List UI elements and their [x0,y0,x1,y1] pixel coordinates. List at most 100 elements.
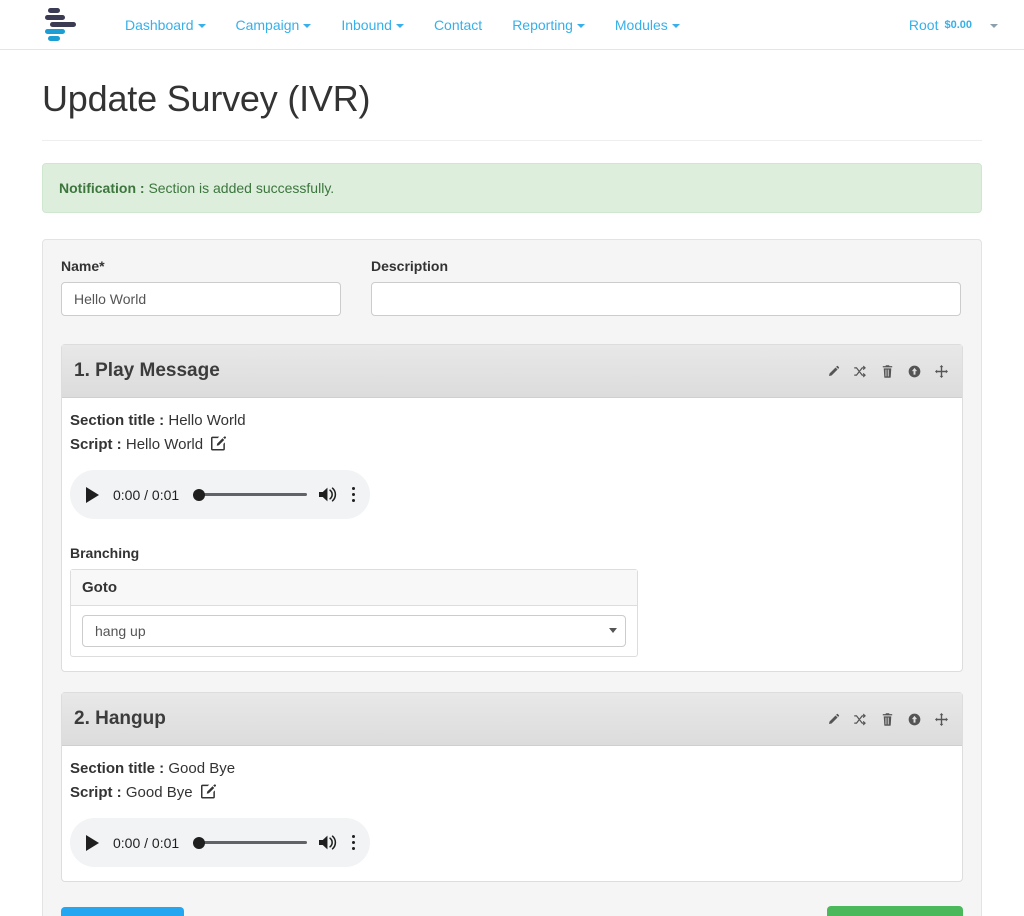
edit-pencil-icon[interactable] [826,364,840,378]
section-actions-2 [826,712,948,726]
shuffle-icon[interactable] [853,712,867,726]
script-label-2: Script : [70,783,122,801]
section-body-1: Section title : Hello World Script : Hel… [62,398,962,671]
volume-icon[interactable] [319,834,339,851]
script-label-1: Script : [70,435,122,453]
audio-player-2[interactable]: 0:00 / 0:01 [70,818,370,867]
section-title-value-1: Hello World [168,412,246,429]
section-title-row-2: Section title : Good Bye [70,758,952,781]
audio-time-display-1: 0:00 / 0:01 [113,486,180,503]
nav-label-contact: Contact [433,16,483,33]
field-group-description: Description [371,258,961,316]
nav-label-modules: Modules [614,16,668,33]
name-label: Name* [61,258,105,274]
section-card-2: 2. Hangup Section title: Good Bye Scrip… [61,692,963,882]
trash-delete-icon[interactable] [880,364,894,378]
logo-bar-4 [45,29,65,34]
script-row-2: Script : Good Bye [70,782,952,807]
user-menu[interactable]: Root $0.00 [909,0,1006,50]
arrow-up-circle-icon[interactable] [907,364,921,378]
nav-item-inbound[interactable]: Inbound [326,0,419,50]
description-label: Description [371,258,449,274]
section-card-1: 1. Play Message Section title: Hello Wo… [61,344,963,672]
nav-label-dashboard: Dashboard [125,16,194,33]
chevron-down-icon [576,23,585,28]
nav-label-inbound: Inbound [341,16,392,33]
audio-more-options-icon[interactable] [349,831,358,854]
branching-label-1: Branching [70,545,140,561]
section-heading-1: 1. Play Message [74,360,220,381]
user-menu-chevron-down-icon[interactable] [986,17,998,33]
audio-play-icon[interactable] [86,834,99,851]
nav-item-campaign[interactable]: Campaign [221,0,327,50]
volume-icon[interactable] [319,486,339,503]
page-title: Update Survey (IVR) [42,78,371,119]
logo-bar-1 [48,8,60,13]
audio-progress-track [197,841,307,844]
trash-delete-icon[interactable] [880,712,894,726]
move-drag-icon[interactable] [934,712,948,726]
script-value-1: Hello World [125,435,204,453]
chevron-down-icon [395,23,404,28]
top-navbar: Dashboard Campaign Inbound Contact Repor… [0,0,1024,50]
branching-column-header-goto: Goto [71,570,637,606]
audio-progress-knob[interactable] [193,836,206,849]
move-drag-icon[interactable] [934,364,948,378]
nav-item-modules[interactable]: Modules [600,0,695,50]
footer-actions: + Add Section Close Survey [61,902,963,916]
audio-player-1[interactable]: 0:00 / 0:01 [70,470,370,519]
logo-bar-5 [48,36,60,41]
script-value-2: Good Bye [125,783,193,801]
page-container: Update Survey (IVR) Notification : Secti… [0,78,1024,916]
chevron-down-icon [303,23,312,28]
section-header-1: 1. Play Message [62,345,962,398]
add-section-button[interactable]: + Add Section [61,906,185,916]
logo-bar-3 [50,22,76,27]
survey-form-panel: Name* Description 1. Play Message [42,239,982,916]
section-actions-1 [826,364,948,378]
form-fields-row: Name* Description [61,258,963,344]
main-nav: Dashboard Campaign Inbound Contact Repor… [110,0,695,50]
shuffle-icon[interactable] [853,364,867,378]
section-title-value-2: Good Bye [168,760,236,777]
title-divider [42,140,982,141]
field-group-name: Name* [61,258,341,316]
notification-message: Section is added successfully. [148,180,335,196]
nav-item-dashboard[interactable]: Dashboard [110,0,221,50]
account-balance[interactable]: $0.00 [944,19,986,31]
section-body-2: Section title : Good Bye Script : Good B… [62,746,962,881]
section-title-row-1: Section title : Hello World [70,410,952,433]
audio-progress-slider-2[interactable] [193,835,311,851]
chevron-down-icon [671,23,680,28]
audio-more-options-icon[interactable] [349,483,358,506]
nav-label-campaign: Campaign [235,16,300,33]
edit-pencil-icon[interactable] [826,712,840,726]
brand-logo[interactable] [42,0,90,50]
nav-item-contact[interactable]: Contact [419,0,497,50]
goto-select[interactable]: hang up [82,615,626,647]
nav-label-reporting: Reporting [512,16,573,33]
logo-bar-2 [45,15,65,20]
arrow-up-circle-icon[interactable] [907,712,921,726]
nav-item-reporting[interactable]: Reporting [497,0,600,50]
goto-select-wrapper: hang up [82,615,626,647]
section-heading-2: 2. Hangup [74,708,166,729]
branching-table-1: Goto hang up [70,569,638,657]
notification-label: Notification : [59,180,145,196]
audio-progress-slider-1[interactable] [193,487,311,503]
branching-cell-goto: hang up [71,606,637,656]
notification-alert: Notification : Section is added successf… [42,163,982,213]
description-input[interactable] [371,282,961,316]
name-input[interactable] [61,282,341,316]
audio-progress-knob[interactable] [193,488,206,501]
script-row-1: Script : Hello World [70,434,952,459]
edit-script-icon[interactable] [211,435,227,459]
chevron-down-icon [197,23,206,28]
close-survey-button[interactable]: Close Survey [826,906,963,916]
user-name[interactable]: Root [909,17,945,33]
audio-time-display-2: 0:00 / 0:01 [113,834,180,851]
audio-play-icon[interactable] [86,486,99,503]
section-header-2: 2. Hangup [62,693,962,746]
edit-script-icon[interactable] [200,783,216,807]
audio-progress-track [197,493,307,496]
